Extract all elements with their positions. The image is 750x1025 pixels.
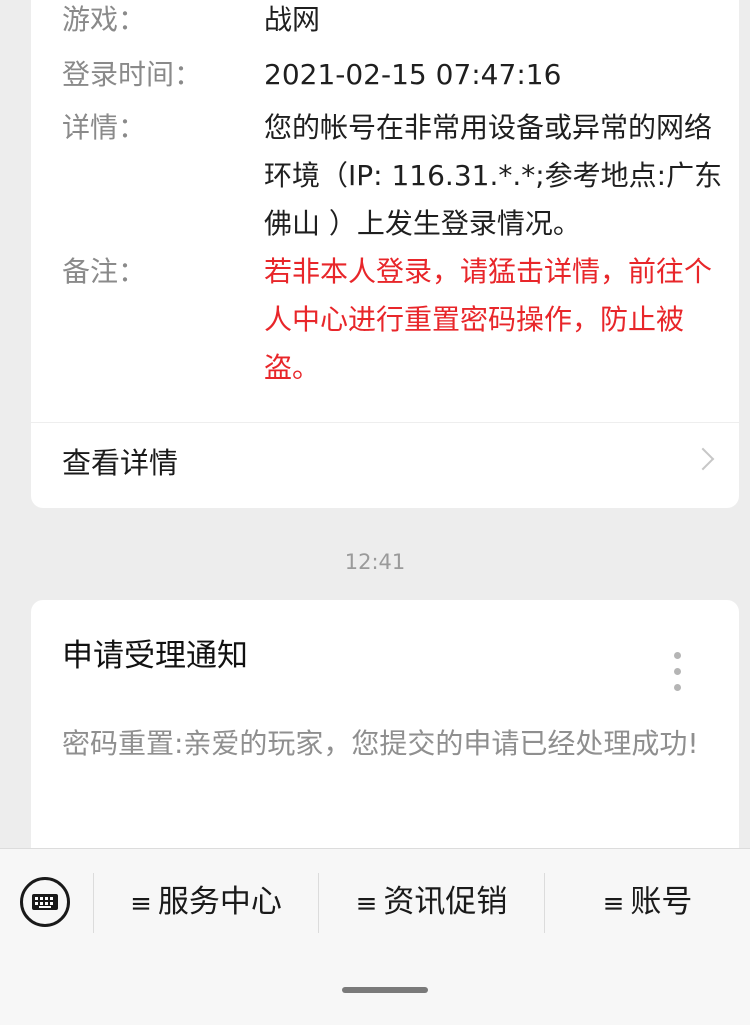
menu-item-service-center[interactable]: ≡ 服务中心 — [94, 871, 318, 933]
menu-lines-icon: ≡ — [130, 889, 152, 919]
remark-value: 若非本人登录，请猛击详情，前往个人中心进行重置密码操作，防止被盗。 — [264, 255, 713, 384]
remark-label: 备注： — [62, 255, 147, 288]
menu-item-news-promotions[interactable]: ≡ 资讯促销 — [319, 871, 544, 933]
message-timestamp: 12:41 — [344, 550, 406, 574]
view-details-label: 查看详情 — [62, 446, 179, 480]
menu-lines-icon: ≡ — [602, 889, 625, 919]
details-label: 详情： — [62, 111, 147, 144]
chevron-right-icon — [691, 447, 715, 471]
game-label: 游戏： — [62, 3, 147, 36]
notice-title: 申请受理通知 — [62, 638, 248, 674]
menu-item-label: 资讯促销 — [383, 884, 508, 920]
bottom-menu-bar: ≡ 服务中心 ≡ 资讯促销 ≡ 账号 — [0, 848, 750, 1025]
keyboard-icon[interactable] — [20, 877, 70, 927]
menu-lines-icon: ≡ — [355, 889, 378, 919]
login-alert-card: 游戏： 战网 登录时间： 2021-02-15 07:47:16 详情： 您的帐… — [31, 0, 739, 508]
menu-item-label: 服务中心 — [157, 884, 282, 920]
more-options-icon[interactable] — [671, 652, 683, 692]
view-details-button[interactable]: 查看详情 — [31, 423, 739, 508]
home-indicator[interactable] — [342, 987, 428, 993]
login-time-label: 登录时间： — [62, 58, 203, 91]
login-time-value: 2021-02-15 07:47:16 — [264, 58, 562, 91]
menu-item-account[interactable]: ≡ 账号 — [545, 871, 750, 933]
notice-body: 密码重置:亲爱的玩家，您提交的申请已经处理成功! — [62, 727, 699, 760]
menu-item-label: 账号 — [630, 884, 693, 920]
details-value: 您的帐号在非常用设备或异常的网络环境（IP: 116.31.*.*;参考地点:广… — [264, 111, 723, 240]
game-value: 战网 — [264, 3, 321, 36]
